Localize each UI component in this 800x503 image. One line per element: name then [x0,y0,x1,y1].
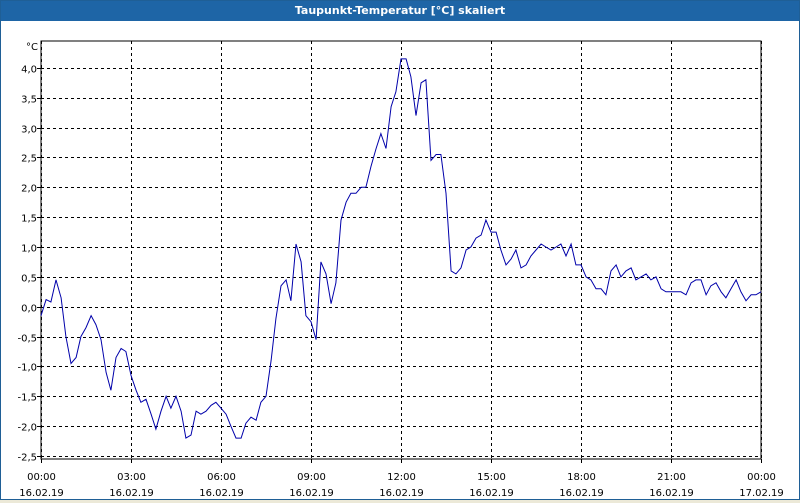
y-tick-label: -0,5 [17,334,37,345]
y-tick-label: -2,5 [17,453,37,464]
x-tick-date-label: 16.02.19 [559,488,604,499]
y-tick-label: -1,0 [17,363,37,374]
dewpoint-chart: °C 4,0 3,5 3,0 2,5 2,0 1,5 1,0 0,5 0,0 -0,5 -1,0 -1… [17,40,784,499]
x-tick-date-label: 16.02.19 [289,488,334,499]
y-tick-label: 1,5 [21,214,37,225]
x-tick-time-label: 12:00 [387,472,416,483]
x-tick-time-label: 18:00 [567,472,596,483]
chart-window: Taupunkt-Temperatur [°C] skaliert °C 4,0… [0,0,800,500]
x-tick-date-label: 16.02.19 [379,488,424,499]
y-tick-label: -1,5 [17,393,37,404]
x-tick-time-label: 06:00 [207,472,236,483]
x-tick-date-label: 16.02.19 [469,488,514,499]
y-tick-label: -2,0 [17,423,37,434]
x-tick-date-label: 17.02.19 [739,488,784,499]
window-title: Taupunkt-Temperatur [°C] skaliert [1,1,799,21]
y-tick-label: 3,0 [21,125,37,136]
y-tick-label: 2,0 [21,184,37,195]
y-tick-label: 0,5 [21,274,37,285]
y-tick-label: 4,0 [21,65,37,76]
chart-area: °C 4,0 3,5 3,0 2,5 2,0 1,5 1,0 0,5 0,0 -0,5 -1,0 -1… [1,21,799,499]
y-tick-label: 0,0 [21,304,37,315]
y-tick-label: 2,5 [21,154,37,165]
y-unit-label: °C [26,42,38,53]
x-tick-date-label: 16.02.19 [649,488,694,499]
y-tick-label: 3,5 [21,95,37,106]
x-tick-time-label: 03:00 [117,472,146,483]
x-tick-time-label: 09:00 [297,472,326,483]
x-tick-time-label: 15:00 [477,472,506,483]
x-tick-date-label: 16.02.19 [109,488,154,499]
x-tick-date-label: 16.02.19 [19,488,64,499]
y-tick-label: 1,0 [21,244,37,255]
x-tick-date-label: 16.02.19 [199,488,244,499]
x-tick-time-label: 00:00 [27,472,56,483]
x-tick-time-label: 21:00 [657,472,686,483]
x-tick-time-label: 00:00 [747,472,776,483]
